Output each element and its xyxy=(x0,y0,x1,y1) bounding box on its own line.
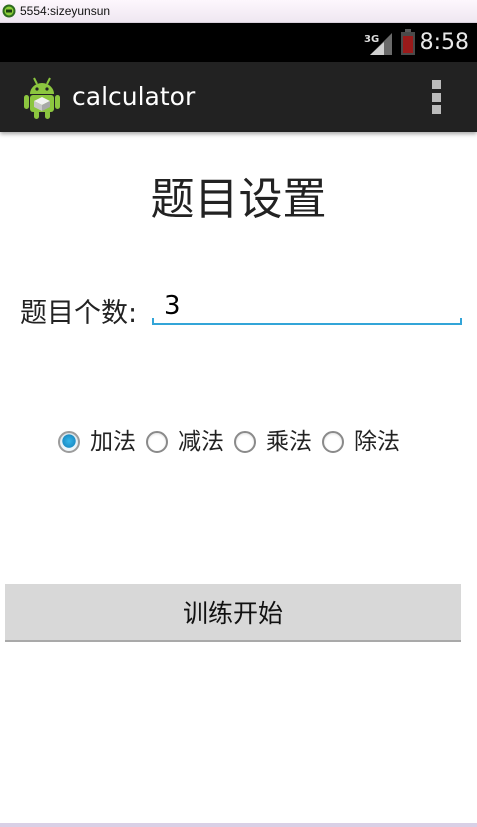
page-title: 题目设置 xyxy=(150,174,327,225)
radio-button-icon[interactable] xyxy=(234,431,256,453)
network-type: 3G xyxy=(364,34,379,45)
status-bar: 3G 8:58 xyxy=(0,23,477,62)
emulator-title-bar: 5554:sizeyunsun xyxy=(0,0,477,23)
radio-subtraction[interactable]: 减法 xyxy=(146,426,224,458)
radio-multiplication[interactable]: 乘法 xyxy=(234,426,312,458)
start-training-button[interactable]: 训练开始 xyxy=(5,584,461,642)
overflow-dot xyxy=(431,105,441,114)
battery-icon xyxy=(401,29,415,55)
overflow-dot xyxy=(431,80,441,89)
radio-button-icon[interactable] xyxy=(146,431,168,453)
status-clock: 8:58 xyxy=(419,30,469,55)
android-robot-icon[interactable] xyxy=(22,76,62,120)
radio-label: 除法 xyxy=(354,429,400,455)
emulator-title: 5554:sizeyunsun xyxy=(20,4,111,18)
radio-label: 减法 xyxy=(178,429,224,455)
radio-button-icon[interactable] xyxy=(58,431,80,453)
radio-label: 加法 xyxy=(90,429,136,455)
question-count-underline xyxy=(152,318,462,325)
operation-radio-group: 加法 减法 乘法 除法 xyxy=(58,426,410,458)
radio-division[interactable]: 除法 xyxy=(322,426,400,458)
radio-addition[interactable]: 加法 xyxy=(58,426,136,458)
android-emulator-icon xyxy=(2,4,16,18)
signal-icon: 3G xyxy=(364,33,392,55)
overflow-menu-icon[interactable] xyxy=(424,80,448,114)
question-count-label: 题目个数: xyxy=(20,298,138,329)
app-title: calculator xyxy=(72,82,196,111)
radio-button-icon[interactable] xyxy=(322,431,344,453)
radio-label: 乘法 xyxy=(266,429,312,455)
window-bottom-border xyxy=(0,823,477,827)
overflow-dot xyxy=(431,92,441,102)
action-bar: calculator xyxy=(0,62,477,132)
question-count-input[interactable] xyxy=(152,286,462,326)
